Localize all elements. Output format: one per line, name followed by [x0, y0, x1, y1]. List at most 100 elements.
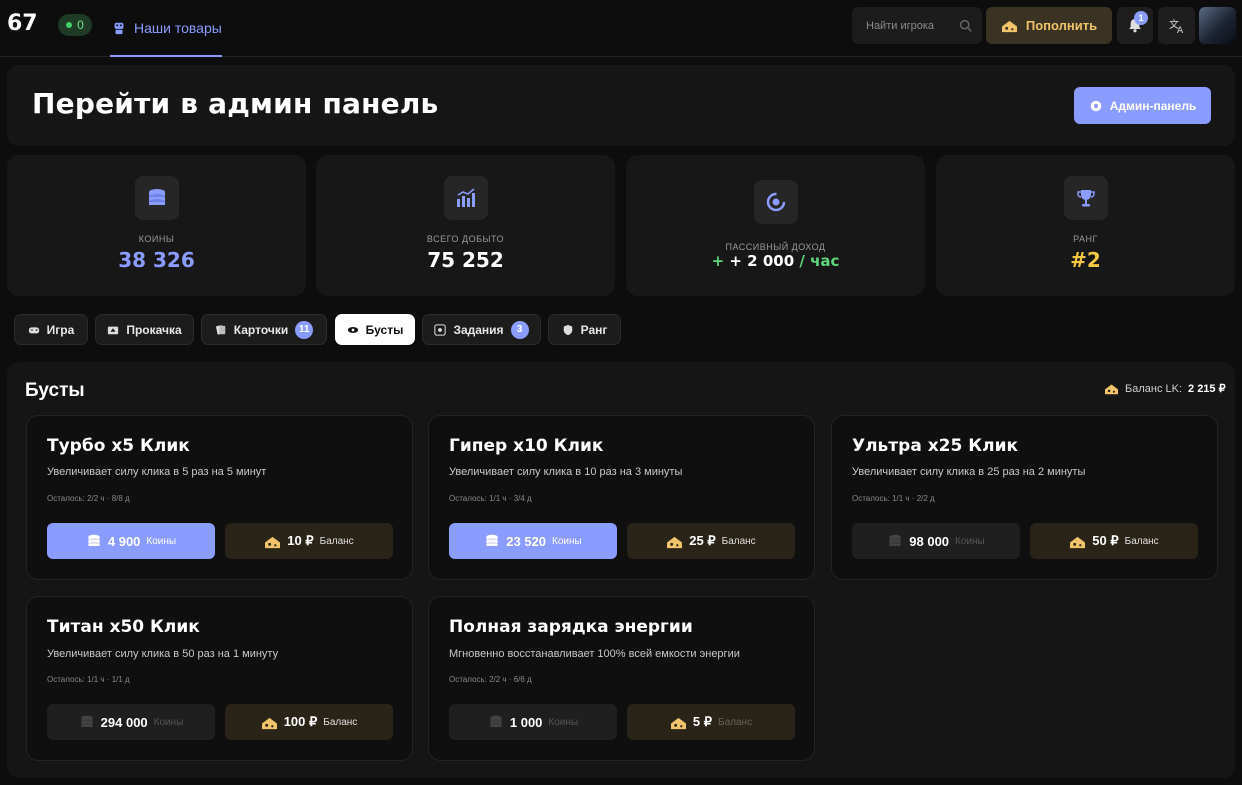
- boost-description: Увеличивает силу клика в 5 раз на 5 мину…: [47, 466, 267, 478]
- tab-label: Карточки: [233, 322, 289, 337]
- cheese-icon: [1105, 384, 1118, 395]
- avatar[interactable]: [1199, 7, 1236, 44]
- balance-unit: Баланс: [721, 535, 756, 547]
- balance-unit: Баланс: [323, 716, 358, 728]
- tab-rank[interactable]: Ранг: [548, 314, 621, 345]
- coins-unit: Коины: [146, 535, 177, 547]
- stat-value: #2: [1070, 248, 1101, 272]
- logo[interactable]: 67: [7, 11, 38, 36]
- admin-panel-button[interactable]: Админ-панель: [1074, 87, 1211, 124]
- coins-unit: Коины: [955, 535, 985, 547]
- balance-unit: Баланс: [1124, 535, 1159, 547]
- buy-with-balance-button[interactable]: 10 ₽ Баланс: [225, 523, 393, 559]
- balance-price: 10 ₽: [287, 533, 314, 548]
- coins-icon: [490, 715, 502, 727]
- gear-icon: [1090, 100, 1101, 111]
- boost-description: Увеличивает силу клика в 50 раз на 1 мин…: [47, 648, 279, 660]
- stat-value: 75 252: [427, 248, 504, 272]
- tab-upgrade[interactable]: Прокачка: [95, 314, 194, 345]
- notifications-badge: 1: [1134, 11, 1148, 25]
- tab-label: Ранг: [580, 322, 608, 337]
- buy-with-balance-button[interactable]: 100 ₽ Баланс: [225, 704, 393, 740]
- search-input[interactable]: [866, 19, 958, 32]
- tab-badge: 11: [295, 320, 314, 339]
- robot-icon: [114, 22, 124, 34]
- cards-icon: [215, 324, 226, 335]
- admin-title: Перейти в админ панель: [32, 87, 439, 120]
- upgrade-icon: [108, 326, 119, 334]
- tab-cards[interactable]: Карточки 11: [201, 314, 327, 345]
- boost-card: Турбо x5 Клик Увеличивает силу клика в 5…: [26, 415, 413, 580]
- buy-with-coins-button[interactable]: 23 520 Коины: [449, 523, 617, 559]
- coins-unit: Коины: [548, 716, 579, 728]
- coins-price: 1 000: [509, 714, 543, 730]
- boost-title: Гипер x10 Клик: [449, 436, 604, 456]
- stat-icon-box: [443, 176, 488, 220]
- notifications-button[interactable]: 1: [1117, 7, 1153, 44]
- tab-boosts[interactable]: Бусты: [335, 314, 415, 345]
- balance-label: Баланс LK:: [1125, 382, 1183, 395]
- coins-icon: [486, 534, 498, 546]
- lk-balance: Баланс LK: 2 215 ₽: [1104, 382, 1226, 395]
- boost-description: Увеличивает силу клика в 25 раз на 2 мин…: [852, 466, 1086, 478]
- boost-icon: [347, 326, 358, 333]
- balance-unit: Баланс: [319, 535, 354, 547]
- boost-remaining: Осталось: 2/2 ч · 8/8 д: [47, 494, 130, 503]
- stat-icon-box: [134, 176, 179, 220]
- coins-icon: [148, 189, 165, 205]
- balance-value: 2 215 ₽: [1188, 383, 1226, 395]
- player-search[interactable]: [852, 7, 982, 44]
- topup-button[interactable]: Пополнить: [986, 7, 1112, 44]
- tab-game[interactable]: Игра: [14, 314, 88, 345]
- balance-price: 100 ₽: [283, 714, 318, 729]
- coins-price: 23 520: [506, 533, 547, 549]
- buy-with-coins-button[interactable]: 4 900 Коины: [47, 523, 215, 559]
- balance-price: 50 ₽: [1092, 533, 1119, 548]
- language-button[interactable]: 文A: [1158, 7, 1195, 44]
- shield-icon: [563, 324, 572, 335]
- buy-with-balance-button[interactable]: 25 ₽ Баланс: [627, 523, 795, 559]
- stat-passive-income: Пассивный доход + + 2 000 / час: [626, 155, 925, 296]
- stat-value: + + 2 000 / час: [711, 252, 840, 270]
- stat-label: Всего добыто: [426, 234, 505, 244]
- boost-remaining: Осталось: 1/1 ч · 2/2 д: [852, 494, 935, 503]
- topup-label: Пополнить: [1025, 18, 1098, 33]
- tab-badge: 3: [510, 320, 529, 339]
- coins-unit: Коины: [552, 535, 582, 547]
- passive-amount: + 2 000: [729, 252, 795, 270]
- boost-card: Гипер x10 Клик Увеличивает силу клика в …: [428, 415, 815, 580]
- balance-unit: Баланс: [718, 716, 753, 728]
- online-count: 0: [77, 18, 84, 32]
- buy-with-balance-button[interactable]: 50 ₽ Баланс: [1030, 523, 1198, 559]
- buy-with-balance-button[interactable]: 5 ₽ Баланс: [627, 704, 795, 740]
- buy-with-coins-button[interactable]: 294 000 Коины: [47, 704, 215, 740]
- stat-label: Ранг: [1073, 234, 1098, 244]
- coins-icon: [889, 534, 901, 546]
- boost-title: Ультра x25 Клик: [852, 436, 1019, 456]
- boost-remaining: Осталось: 1/1 ч · 3/4 д: [449, 494, 532, 503]
- stat-icon-box: [1063, 176, 1108, 220]
- boost-card: Полная зарядка энергии Мгновенно восстан…: [428, 596, 815, 761]
- gamepad-icon: [28, 326, 39, 333]
- boost-title: Титан x50 Клик: [47, 617, 200, 637]
- online-indicator: 0: [58, 14, 92, 36]
- coins-price: 98 000: [909, 533, 950, 549]
- stat-total-mined: Всего добыто 75 252: [316, 155, 615, 296]
- coins-price: 4 900: [107, 533, 141, 549]
- stat-icon-box: [753, 180, 798, 224]
- boost-description: Увеличивает силу клика в 10 раз на 3 мин…: [449, 466, 683, 478]
- admin-banner: Перейти в админ панель Админ-панель: [7, 65, 1235, 146]
- nav-tab-label: Наши товары: [134, 19, 222, 36]
- tab-tasks[interactable]: Задания 3: [422, 314, 541, 345]
- cheese-icon: [667, 536, 683, 548]
- online-dot-icon: [66, 22, 73, 28]
- tasks-icon: [434, 323, 447, 336]
- boost-title: Турбо x5 Клик: [47, 436, 190, 456]
- nav-tab-products[interactable]: Наши товары: [110, 0, 222, 57]
- passive-icon: [766, 192, 785, 212]
- stat-label: Пассивный доход: [725, 242, 826, 252]
- translate-icon: 文A: [1169, 18, 1184, 34]
- buy-with-coins-button[interactable]: 1 000 Коины: [449, 704, 617, 740]
- buy-with-coins-button[interactable]: 98 000 Коины: [852, 523, 1020, 559]
- tab-label: Прокачка: [126, 322, 182, 337]
